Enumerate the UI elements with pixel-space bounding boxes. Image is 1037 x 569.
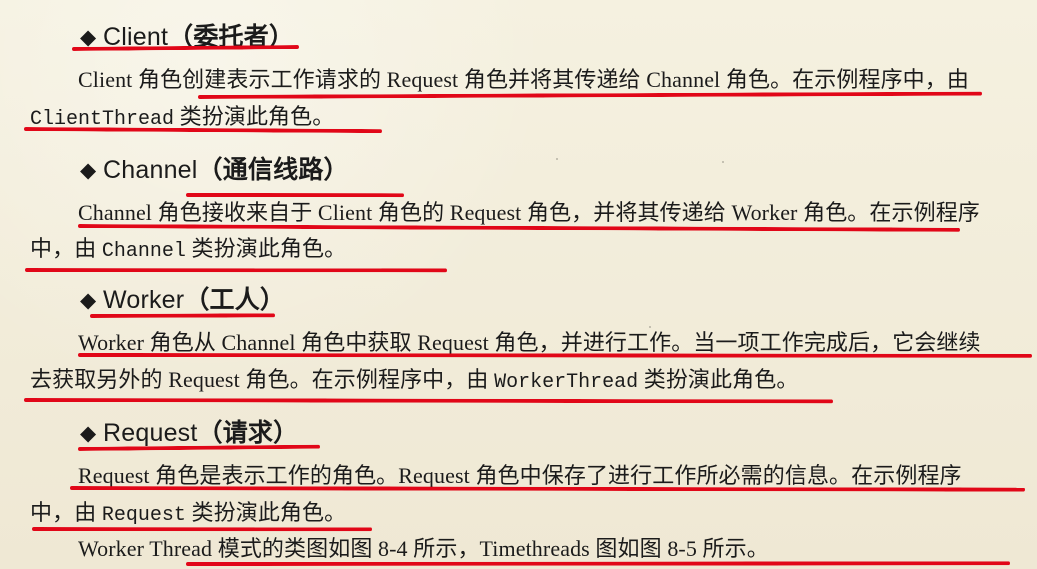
heading-worker-translation: （工人） [184,286,286,314]
red-underline [185,561,1011,566]
diamond-bullet-icon: ◆ [80,289,97,312]
heading-channel-translation: （通信线路） [197,156,349,184]
paper-speck [722,161,724,163]
worker-thread-code: WorkerThread [494,371,639,394]
heading-worker: ◆ Worker（工人） [80,285,285,316]
red-underline [77,353,1033,358]
book-page: ◆ Client（委托者） Client 角色创建表示工作请求的 Request … [0,0,1037,569]
worker-paragraph-line-2: 去获取另外的 Request 角色。在示例程序中，由 WorkerThread … [30,367,799,394]
heading-channel: ◆ Channel（通信线路） [80,155,349,186]
heading-request-translation: （请求） [197,419,299,447]
red-underline [31,527,373,532]
heading-worker-name: Worker [103,286,185,314]
red-underline [185,193,405,198]
diamond-bullet-icon: ◆ [80,159,97,182]
red-underline [24,268,448,273]
request-code: Request [101,504,186,527]
heading-channel-name: Channel [103,156,198,184]
channel-paragraph-line-2: 中，由 Channel 类扮演此角色。 [30,236,347,263]
channel-code: Channel [101,240,186,263]
diamond-bullet-icon: ◆ [80,422,97,445]
red-underline [89,313,276,318]
red-underline [23,398,834,404]
heading-request-name: Request [103,419,198,447]
paper-speck [556,158,558,160]
